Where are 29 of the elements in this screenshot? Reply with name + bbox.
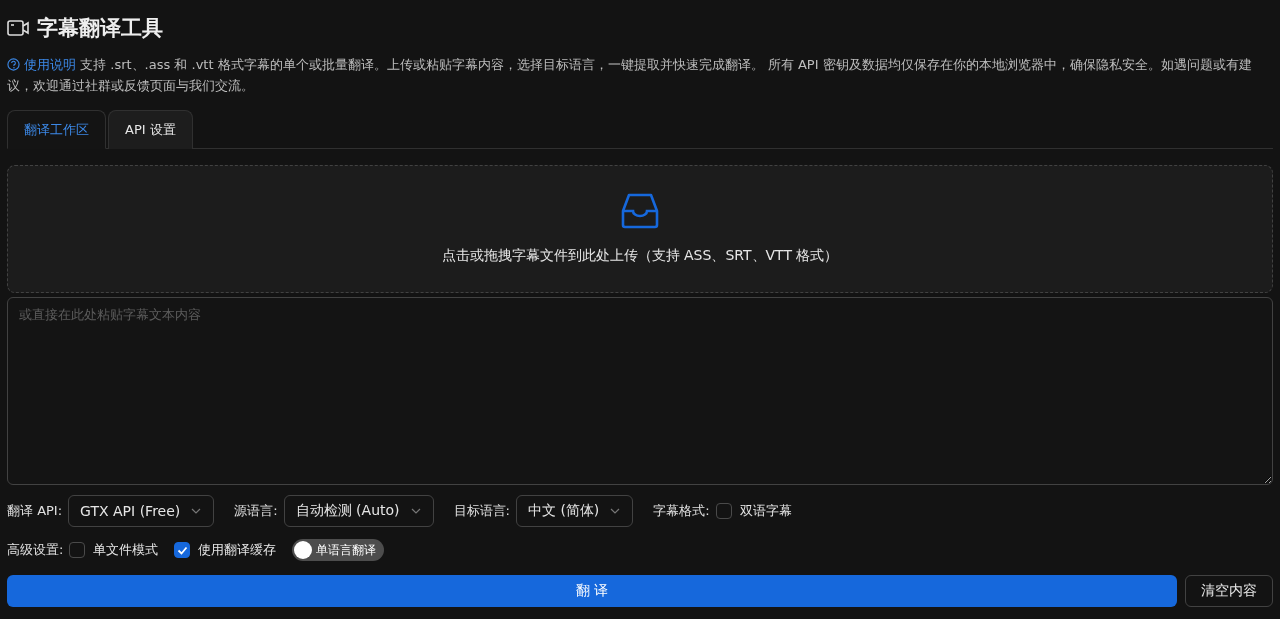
help-icon — [7, 58, 20, 71]
select-field[interactable]: 自动检测 (Auto) — [283, 495, 434, 527]
checkbox[interactable] — [69, 542, 86, 558]
tab[interactable]: 翻译工作区 — [7, 110, 106, 149]
check-icon — [176, 544, 188, 556]
checkbox-label: 双语字幕 — [739, 502, 792, 520]
checkbox[interactable] — [715, 503, 732, 519]
clear-button[interactable]: 清空内容 — [1185, 575, 1273, 607]
translate-button[interactable]: 翻 译 — [7, 575, 1177, 607]
field-label: 字幕格式: — [653, 502, 710, 520]
checkbox-label: 使用翻译缓存 — [198, 541, 277, 559]
select-field[interactable]: GTX API (Free) — [68, 495, 215, 527]
upload-dropzone[interactable]: 点击或拖拽字幕文件到此处上传（支持 ASS、SRT、VTT 格式） — [7, 165, 1273, 293]
help-link[interactable]: 使用说明 — [24, 57, 76, 72]
intro-paragraph: 使用说明 支持 .srt、.ass 和 .vtt 格式字幕的单个或批量翻译。上传或粘贴字幕内容，选择目标语言，一键提取并快速完成翻译。 所有 API 密钥及数据均仅保存在你的本地浏览器中，确保隐私安全。如遇问题或有建议，欢迎通过社群或反馈页面与我们交流。 — [7, 56, 1253, 95]
upload-hint: 点击或拖拽字幕文件到此处上传（支持 ASS、SRT、VTT 格式） — [441, 247, 839, 265]
checkbox-label: 单文件模式 — [93, 541, 159, 559]
video-camera-icon — [7, 19, 29, 37]
field-label: 目标语言: — [453, 502, 510, 520]
tab[interactable]: API 设置 — [108, 110, 193, 149]
inbox-icon — [621, 193, 659, 229]
toggle-switch[interactable]: 单语言翻译 — [292, 539, 385, 561]
select-field[interactable]: 中文 (简体) — [515, 495, 634, 527]
field-label: 高级设置: — [7, 541, 64, 559]
page-title: 字幕翻译工具 — [37, 15, 163, 42]
field-label: 源语言: — [234, 502, 278, 520]
checkbox[interactable] — [174, 542, 191, 558]
subtitle-text-area[interactable]: 或直接在此处粘贴字幕文本内容 — [7, 297, 1273, 485]
field-label: 翻译 API: — [7, 502, 63, 520]
